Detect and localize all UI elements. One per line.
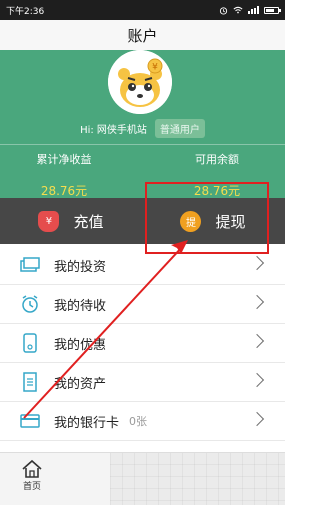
menu-item-investments[interactable]: 我的投资 <box>0 246 285 285</box>
bottom-navigation: 首页 <box>0 452 285 505</box>
menu-item-offers[interactable]: 我的优惠 <box>0 324 285 363</box>
withdraw-coin-icon: 提 <box>180 210 202 232</box>
svg-text:¥: ¥ <box>152 63 158 73</box>
user-greeting: Hi: 网侠手机站 <box>80 125 147 136</box>
withdraw-label: 提现 <box>215 212 246 231</box>
recharge-button[interactable]: ¥ 充值 <box>0 198 142 244</box>
tab-home[interactable]: 首页 <box>12 459 52 492</box>
bank-card-icon <box>20 411 40 431</box>
alarm-clock-icon <box>20 294 40 314</box>
menu-item-label: 我的优惠 <box>54 337 107 353</box>
total-earnings-value: 28.76元 <box>40 184 88 198</box>
account-summary: ¥ Hi: 网侠手机站 普通用户 累计净收益 28.76元 可用余额 28.76… <box>0 50 285 206</box>
wifi-icon <box>233 6 243 14</box>
hero-divider <box>0 144 285 145</box>
menu-item-label: 我的资产 <box>54 376 107 392</box>
user-level-badge: 普通用户 <box>154 119 205 138</box>
account-menu: 我的投资 我的待收 我的优惠 我的资产 我的银行卡 0张 <box>0 246 285 441</box>
status-icons <box>219 6 281 15</box>
money-bag-icon: ¥ <box>38 210 60 232</box>
chevron-right-icon <box>249 255 265 271</box>
chevron-right-icon <box>249 372 265 388</box>
chevron-right-icon <box>249 411 265 427</box>
chevron-right-icon <box>249 294 265 310</box>
status-time: 下午2:36 <box>6 6 45 17</box>
cards-icon <box>20 255 40 275</box>
tiger-avatar-icon: ¥ <box>108 50 172 114</box>
recharge-label: 充值 <box>73 212 104 231</box>
title-bar: 账户 <box>0 20 285 50</box>
withdraw-button[interactable]: 提 提现 <box>142 198 284 244</box>
menu-item-receivables[interactable]: 我的待收 <box>0 285 285 324</box>
avatar[interactable]: ¥ <box>108 50 172 114</box>
action-bar: ¥ 充值 提 提现 <box>0 198 285 244</box>
menu-item-label: 我的银行卡 <box>54 415 120 431</box>
menu-item-bank-cards[interactable]: 我的银行卡 0张 <box>0 402 285 441</box>
bank-card-count: 0张 <box>129 415 148 428</box>
menu-item-label: 我的待收 <box>54 298 107 314</box>
chevron-right-icon <box>249 333 265 349</box>
total-earnings: 累计净收益 28.76元 <box>4 151 124 199</box>
user-info: Hi: 网侠手机站 普通用户 <box>0 119 285 138</box>
signal-icon <box>248 6 259 14</box>
alarm-icon <box>219 6 228 15</box>
page-title: 账户 <box>127 26 158 45</box>
menu-item-assets[interactable]: 我的资产 <box>0 363 285 402</box>
available-balance-label: 可用余额 <box>195 153 239 166</box>
total-earnings-label: 累计净收益 <box>36 153 92 166</box>
coupon-icon <box>20 333 40 353</box>
menu-item-label: 我的投资 <box>54 259 107 275</box>
status-bar: 下午2:36 <box>0 0 285 20</box>
tab-home-label: 首页 <box>22 482 41 492</box>
battery-icon <box>264 6 281 14</box>
home-icon <box>22 459 42 478</box>
available-balance-value: 28.76元 <box>193 184 241 198</box>
pixelated-overlay <box>110 453 285 505</box>
document-icon <box>20 372 40 392</box>
available-balance: 可用余额 28.76元 <box>157 151 277 199</box>
